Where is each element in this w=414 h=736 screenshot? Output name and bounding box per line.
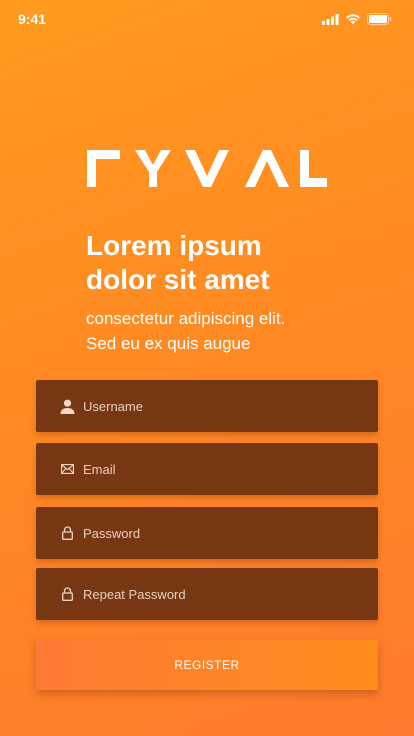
lock-icon — [59, 525, 75, 541]
email-input[interactable] — [83, 443, 378, 495]
username-field[interactable] — [36, 380, 378, 432]
headline-line-2: dolor sit amet — [86, 264, 270, 295]
password-input[interactable] — [83, 507, 378, 559]
ryval-logo — [87, 150, 327, 187]
lock-icon — [59, 586, 75, 602]
password-field[interactable] — [36, 507, 378, 559]
user-icon — [59, 398, 75, 414]
battery-icon — [367, 13, 392, 25]
register-button[interactable]: REGISTER — [36, 640, 378, 690]
repeat-password-field[interactable] — [36, 568, 378, 620]
username-input[interactable] — [83, 380, 378, 432]
subtext-line-1: consectetur adipiscing elit. — [86, 309, 286, 328]
headline: Lorem ipsum dolor sit amet — [86, 229, 386, 297]
status-time: 9:41 — [18, 11, 47, 27]
signal-icon — [322, 13, 339, 25]
headline-line-1: Lorem ipsum — [86, 230, 262, 261]
status-icons — [322, 13, 392, 25]
envelope-icon — [59, 461, 75, 477]
subtext-line-2: Sed eu ex quis augue — [86, 334, 251, 353]
repeat-password-input[interactable] — [83, 568, 378, 620]
status-bar: 9:41 — [0, 0, 414, 40]
wifi-icon — [345, 13, 361, 25]
subtext: consectetur adipiscing elit. Sed eu ex q… — [86, 306, 386, 356]
email-field[interactable] — [36, 443, 378, 495]
